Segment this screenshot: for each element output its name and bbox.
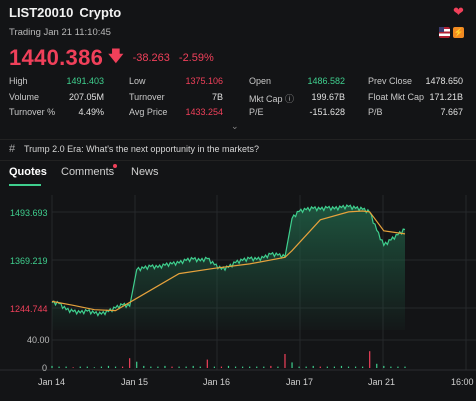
volume-bar: [157, 366, 159, 368]
volume-bar: [298, 366, 300, 368]
volume-bar: [185, 366, 187, 368]
volume-bar: [129, 358, 131, 368]
y-tick-top: 1493.693: [10, 208, 48, 218]
y-tick-mid: 1369.219: [10, 256, 48, 266]
volume-bar: [249, 366, 251, 368]
volume-bar: [362, 366, 364, 368]
x-tick-jan14: Jan 14: [38, 377, 66, 387]
volume-bar: [114, 366, 117, 368]
volume-bar: [192, 365, 194, 368]
volume-bar: [256, 366, 258, 368]
x-tick-jan21: Jan 21: [368, 377, 396, 387]
volume-bar: [376, 363, 378, 368]
volume-bar: [199, 366, 201, 368]
volume-bar: [284, 354, 286, 368]
volume-bar: [390, 366, 392, 368]
volume-bar: [270, 365, 272, 368]
volume-bar: [326, 366, 328, 368]
volume-bar: [65, 366, 67, 368]
volume-bar: [171, 366, 173, 368]
volume-bar: [213, 366, 215, 368]
volume-bar: [277, 366, 279, 368]
volume-bar: [136, 361, 138, 368]
volume-bar: [333, 366, 335, 368]
x-tick-jan15: Jan 15: [121, 377, 149, 387]
volume-bar: [383, 365, 385, 368]
volume-bar: [263, 366, 265, 368]
volume-bar: [100, 366, 103, 368]
volume-bar: [107, 365, 110, 368]
volume-bar: [369, 351, 371, 368]
volume-bar: [122, 366, 124, 368]
volume-bar: [227, 365, 230, 368]
volume-bar: [242, 366, 244, 368]
x-tick-jan17: Jan 17: [286, 377, 314, 387]
volume-bar: [291, 362, 293, 368]
volume-bar: [72, 367, 74, 368]
volume-bar: [397, 366, 399, 368]
volume-bar: [93, 367, 95, 368]
x-tick-jan16: Jan 16: [203, 377, 231, 387]
volume-bar: [143, 365, 145, 368]
volume-bar: [354, 366, 357, 368]
volume-tick-top: 40.00: [27, 335, 50, 345]
volume-bar: [340, 365, 343, 368]
price-chart[interactable]: [0, 0, 476, 401]
volume-bar: [404, 366, 406, 368]
volume-bar: [206, 359, 208, 368]
volume-bar: [234, 366, 237, 368]
volume-bar: [178, 366, 180, 368]
volume-bar: [347, 366, 350, 368]
volume-bar: [86, 366, 88, 368]
volume-bar: [220, 366, 223, 368]
volume-bar: [150, 366, 152, 368]
volume-tick-zero: 0: [42, 363, 48, 373]
volume-bar: [51, 365, 53, 368]
volume-bar: [164, 365, 166, 368]
volume-bar: [305, 366, 307, 368]
volume-bar: [312, 365, 314, 368]
x-tick-1600: 16:00: [451, 377, 474, 387]
volume-bar: [319, 366, 321, 368]
y-tick-bottom: 1244.744: [10, 304, 48, 314]
volume-bar: [58, 366, 60, 368]
volume-bar: [79, 366, 81, 368]
